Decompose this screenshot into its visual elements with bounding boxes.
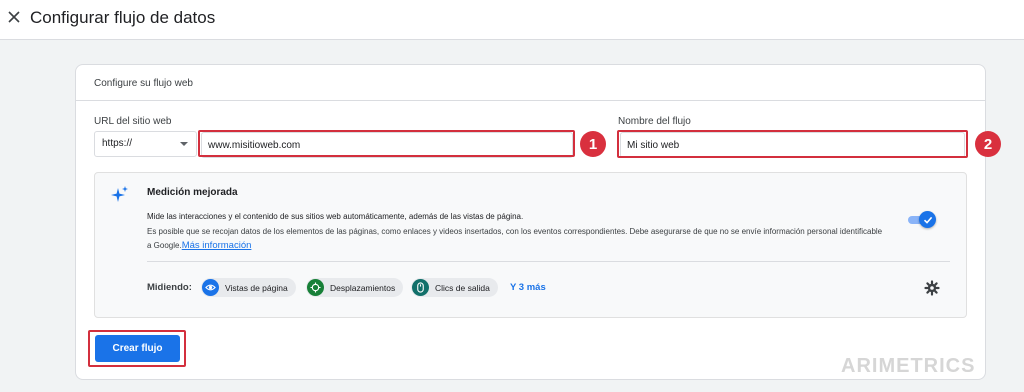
gear-icon[interactable]: [924, 280, 940, 296]
create-stream-button[interactable]: Crear flujo: [95, 335, 180, 362]
measuring-label: Midiendo:: [147, 282, 192, 293]
chip-label: Vistas de página: [225, 282, 288, 293]
more-events-link[interactable]: Y 3 más: [510, 282, 546, 293]
eye-icon: [202, 279, 219, 296]
page-title: Configurar flujo de datos: [30, 8, 216, 27]
close-icon[interactable]: [5, 6, 23, 28]
enhanced-measurement-description: Mide las interacciones y el contenido de…: [147, 212, 524, 221]
mouse-icon: [412, 279, 429, 296]
check-icon: [923, 216, 932, 224]
enhanced-measurement-note: Es posible que se recojan datos de los e…: [147, 225, 887, 253]
chip-outbound-clicks: Clics de salida: [411, 278, 498, 297]
card-header-label: Configure su flujo web: [94, 78, 193, 89]
chip-label: Desplazamientos: [330, 282, 396, 293]
protocol-select[interactable]: https://: [94, 131, 197, 157]
crosshair-icon: [307, 279, 324, 296]
enhanced-measurement-toggle[interactable]: [908, 211, 936, 229]
chip-label: Clics de salida: [435, 282, 490, 293]
step-badge-2: 2: [975, 131, 1001, 157]
watermark-logo: ARIMETRICS: [841, 355, 976, 377]
chip-scrolls: Desplazamientos: [306, 278, 404, 297]
divider: [147, 261, 950, 262]
url-input[interactable]: [201, 132, 573, 158]
sparkle-icon: [111, 186, 129, 204]
enhanced-measurement-title: Medición mejorada: [147, 187, 238, 198]
stream-name-label: Nombre del flujo: [618, 116, 691, 127]
chip-page-views: Vistas de página: [201, 278, 296, 297]
note-text: Es posible que se recojan datos de los e…: [147, 227, 883, 250]
stream-name-input[interactable]: [620, 132, 965, 158]
card-header: Configure su flujo web: [76, 65, 985, 101]
toggle-knob: [919, 211, 936, 228]
chevron-down-icon: [180, 142, 188, 146]
step-badge-1: 1: [580, 131, 606, 157]
protocol-value: https://: [102, 138, 133, 149]
more-info-link[interactable]: Más información: [182, 240, 252, 251]
url-label: URL del sitio web: [94, 116, 172, 127]
top-bar: Configurar flujo de datos: [0, 0, 1024, 40]
